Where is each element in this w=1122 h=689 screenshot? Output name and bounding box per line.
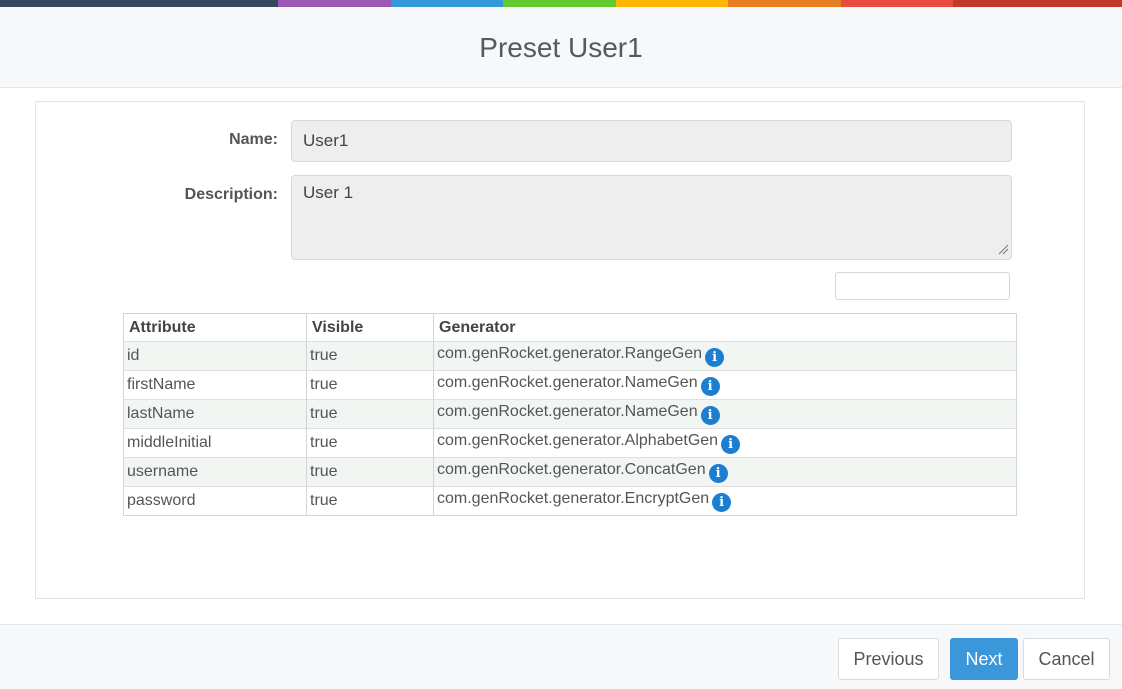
visible-cell: true	[306, 428, 434, 458]
cancel-button[interactable]: Cancel	[1023, 638, 1110, 680]
generator-cell: com.genRocket.generator.ConcatGen i	[433, 457, 1017, 487]
description-label: Description:	[184, 186, 278, 203]
description-field[interactable]: User 1	[291, 175, 1012, 260]
info-icon[interactable]: i	[700, 377, 720, 396]
attribute-cell: username	[123, 457, 307, 487]
table-row[interactable]: firstName true com.genRocket.generator.N…	[123, 370, 1017, 400]
table-row[interactable]: lastName true com.genRocket.generator.Na…	[123, 399, 1017, 429]
table-header-row: Attribute Visible Generator	[123, 313, 1017, 342]
visible-cell: true	[306, 399, 434, 429]
accent-segment	[278, 0, 391, 7]
previous-button[interactable]: Previous	[838, 638, 939, 680]
table-row[interactable]: password true com.genRocket.generator.En…	[123, 486, 1017, 516]
info-icon[interactable]: i	[705, 348, 725, 367]
generator-name: com.genRocket.generator.RangeGen	[437, 345, 703, 362]
info-icon[interactable]: i	[721, 435, 741, 454]
visible-cell: true	[306, 341, 434, 371]
column-header-generator[interactable]: Generator	[433, 313, 1017, 342]
next-button[interactable]: Next	[950, 638, 1018, 680]
accent-segment	[503, 0, 616, 7]
accent-segment	[616, 0, 728, 7]
generator-cell: com.genRocket.generator.AlphabetGen i	[433, 428, 1017, 458]
accent-segment	[391, 0, 503, 7]
info-icon[interactable]: i	[708, 464, 728, 483]
name-label: Name:	[229, 131, 278, 148]
info-icon[interactable]: i	[700, 406, 720, 425]
generator-name: com.genRocket.generator.NameGen	[437, 403, 698, 420]
generator-cell: com.genRocket.generator.NameGen i	[433, 399, 1017, 429]
accent-segment	[0, 0, 278, 7]
table-row[interactable]: username true com.genRocket.generator.Co…	[123, 457, 1017, 487]
attribute-cell: password	[123, 486, 307, 516]
modal-header: Preset User1	[0, 7, 1122, 88]
visible-cell: true	[306, 457, 434, 487]
column-header-attribute[interactable]: Attribute	[123, 313, 307, 342]
attribute-cell: firstName	[123, 370, 307, 400]
dialog-title: Preset User1	[479, 32, 643, 63]
generator-cell: com.genRocket.generator.NameGen i	[433, 370, 1017, 400]
attribute-cell: lastName	[123, 399, 307, 429]
generator-name: com.genRocket.generator.EncryptGen	[437, 490, 710, 507]
visible-cell: true	[306, 486, 434, 516]
accent-segment	[953, 0, 1122, 7]
accent-color-bar	[0, 0, 1122, 7]
column-header-visible[interactable]: Visible	[306, 313, 434, 342]
generator-cell: com.genRocket.generator.RangeGen i	[433, 341, 1017, 371]
visible-cell: true	[306, 370, 434, 400]
resize-handle-icon[interactable]	[997, 243, 1009, 255]
attribute-cell: middleInitial	[123, 428, 307, 458]
accent-segment	[841, 0, 953, 7]
accent-segment	[728, 0, 841, 7]
name-field[interactable]	[291, 120, 1012, 162]
filter-input[interactable]	[835, 272, 1010, 300]
generator-name: com.genRocket.generator.NameGen	[437, 374, 698, 391]
info-icon[interactable]: i	[712, 493, 732, 512]
generator-cell: com.genRocket.generator.EncryptGen i	[433, 486, 1017, 516]
table-row[interactable]: id true com.genRocket.generator.RangeGen…	[123, 341, 1017, 371]
table-row[interactable]: middleInitial true com.genRocket.generat…	[123, 428, 1017, 458]
generator-name: com.genRocket.generator.ConcatGen	[437, 461, 706, 478]
attributes-table: Attribute Visible Generator id true com.…	[123, 313, 1017, 516]
attribute-cell: id	[123, 341, 307, 371]
generator-name: com.genRocket.generator.AlphabetGen	[437, 432, 719, 449]
